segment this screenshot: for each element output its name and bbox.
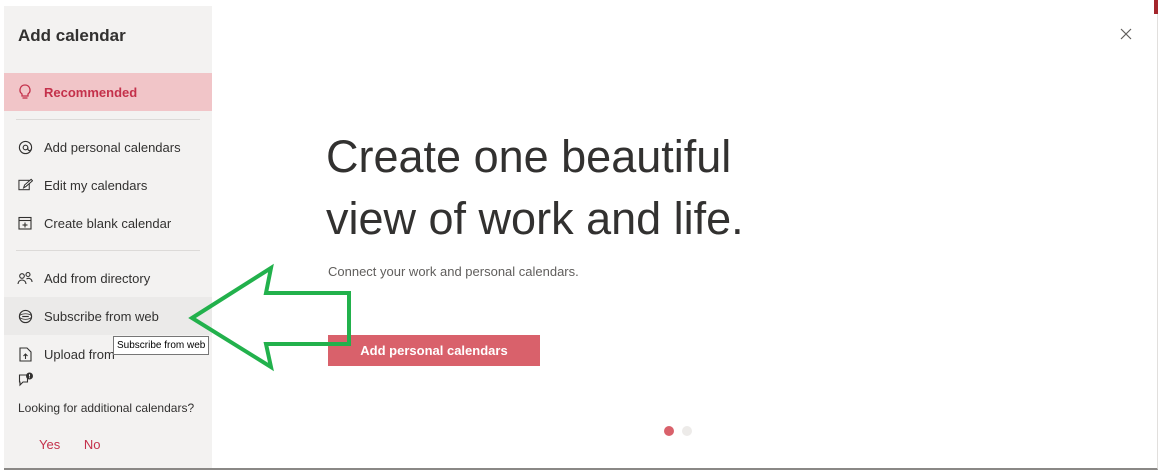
annotation-arrow-icon [188,263,351,372]
